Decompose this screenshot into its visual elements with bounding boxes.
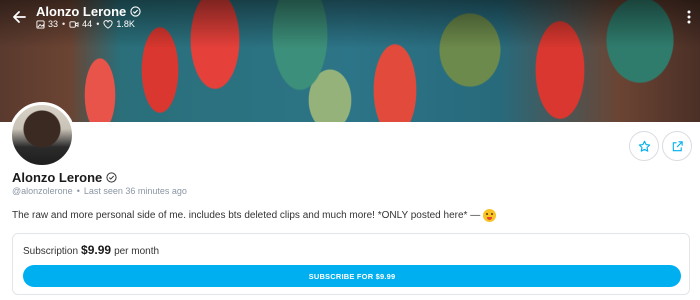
subscribe-button[interactable]: SUBSCRIBE FOR $9.99 [23, 265, 681, 287]
video-icon [69, 20, 79, 28]
profile-name-text: Alonzo Lerone [12, 170, 103, 185]
arrow-left-icon [13, 11, 26, 23]
subscription-label: Subscription [23, 246, 79, 257]
likes-count: 1.8K [116, 19, 135, 29]
profile-name: Alonzo Lerone [12, 170, 117, 185]
subscription-price: $9.99 [81, 243, 112, 257]
image-icon [36, 19, 45, 29]
profile-meta: @alonzolerone • Last seen 36 minutes ago [12, 186, 187, 196]
header-stats: 33 • 44 • 1.8K [36, 19, 135, 29]
likes-stat: 1.8K [103, 19, 135, 29]
bio-text: The raw and more personal side of me. in… [12, 210, 481, 221]
separator-dot: • [62, 19, 66, 29]
star-icon [638, 140, 650, 152]
verified-icon [106, 172, 117, 183]
subscription-period: per month [114, 246, 160, 257]
subscription-info: Subscription $9.99 per month [23, 243, 159, 257]
share-icon [672, 140, 683, 151]
separator-dot: • [96, 19, 100, 29]
posts-count: 33 [48, 19, 59, 29]
heart-icon [103, 19, 113, 29]
favorite-button[interactable] [629, 131, 659, 161]
verified-icon [130, 6, 141, 17]
videos-count: 44 [82, 19, 93, 29]
back-button[interactable] [8, 6, 30, 28]
header-title: Alonzo Lerone [36, 4, 141, 19]
avatar[interactable] [9, 102, 75, 168]
profile-bio: The raw and more personal side of me. in… [12, 209, 497, 222]
profile-handle: @alonzolerone [12, 186, 73, 196]
tongue-emoji-icon [483, 209, 497, 222]
separator-dot: • [76, 186, 80, 196]
last-seen: Last seen 36 minutes ago [83, 186, 187, 196]
profile-header: Alonzo Lerone 33 • 44 • 1.8K [0, 0, 700, 40]
subscription-card: Subscription $9.99 per month SUBSCRIBE F… [12, 233, 690, 295]
more-vertical-icon [687, 10, 691, 24]
more-options-button[interactable] [682, 8, 696, 26]
posts-stat: 33 [36, 19, 58, 29]
videos-stat: 44 [69, 19, 92, 29]
header-name: Alonzo Lerone [36, 4, 127, 19]
share-button[interactable] [662, 131, 692, 161]
